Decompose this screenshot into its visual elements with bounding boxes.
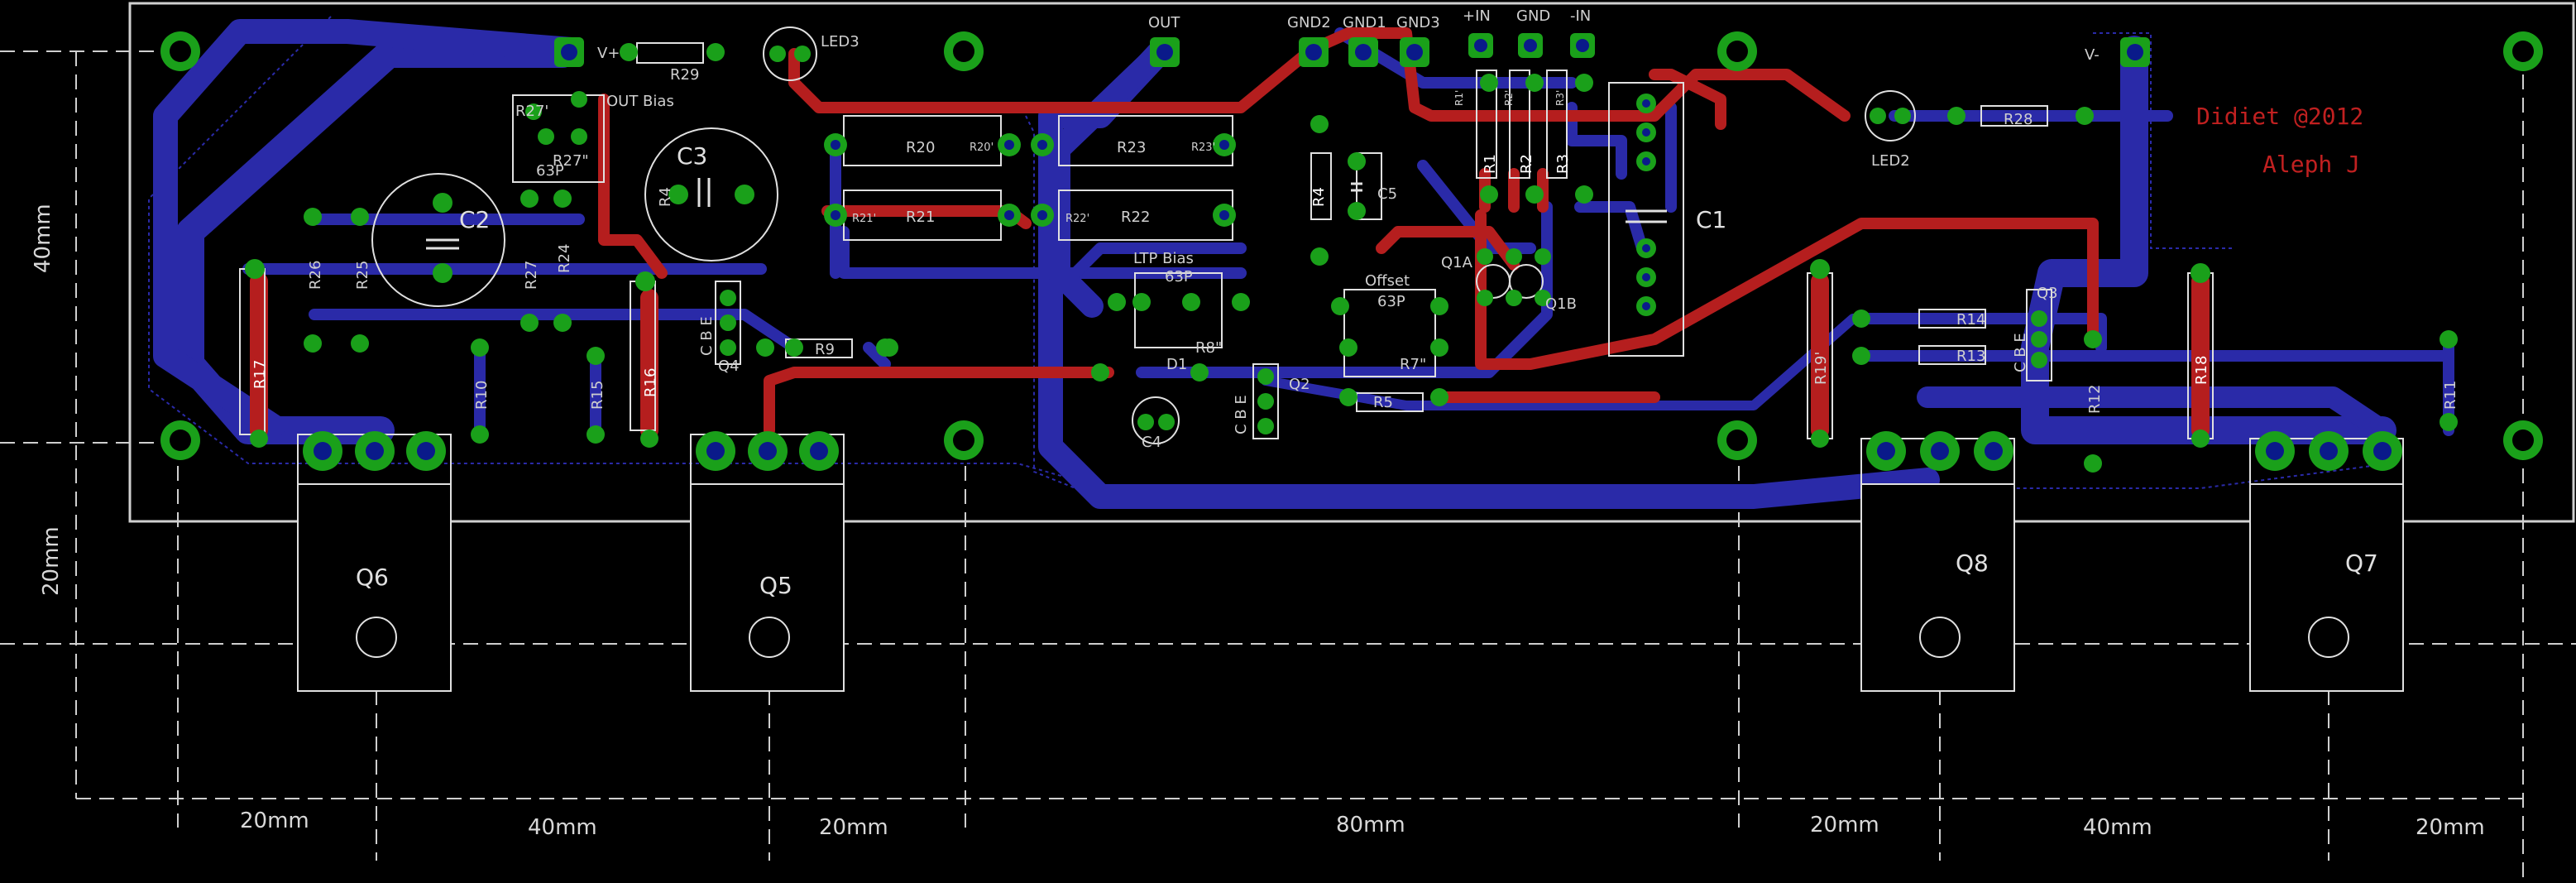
label-c5: C5 [1377,185,1397,203]
pcb-layout: R29 LED3 V+ V- LED2 R28 OUT Bias R27' R2… [0,2,2576,880]
label-c4: C4 [1142,434,1161,451]
label-r1: R1 [1482,154,1499,174]
label-r29: R29 [670,66,699,84]
label-r15: R15 [589,381,606,410]
dim-20mm-a: 20mm [240,809,309,833]
label-r3-prime: R3' [1554,90,1566,106]
label-c3: C3 [677,142,707,170]
transistor-pad-holes [314,442,2392,460]
label-r19: R19' [1812,352,1830,385]
dim-20mm-vertical: 20mm [39,526,64,596]
label-c2: C2 [459,206,490,233]
label-r3: R3 [1554,154,1572,174]
label-r25: R25 [354,261,371,290]
label-vminus: V- [2085,46,2100,64]
label-minus-in: -IN [1570,7,1591,25]
signature-line2: Aleph J [2262,151,2360,178]
label-r5: R5 [1373,394,1393,411]
label-r23-prime: R23' [1191,142,1215,154]
label-led2: LED2 [1871,152,1910,170]
label-r9: R9 [815,341,835,358]
label-r27: R27 [523,261,540,290]
label-offset: Offset [1365,272,1410,290]
label-r21-prime: R21' [852,213,876,225]
dim-40mm-a: 40mm [528,815,597,840]
label-r2: R2 [1518,154,1535,174]
label-r17: R17 [251,360,269,389]
label-r4: R4 [657,187,674,207]
label-r7: R7" [1400,356,1426,373]
label-r4-b: R4 [1310,187,1328,207]
label-q4: Q4 [718,358,740,375]
label-r20-prime: R20' [970,142,994,154]
label-r14: R14 [1956,311,1985,329]
label-r18: R18 [2193,356,2210,385]
label-63p-a: 63P [536,162,564,180]
label-r8: R8" [1195,339,1222,357]
label-c1: C1 [1696,206,1726,233]
label-led3: LED3 [821,33,859,50]
dim-20mm-b: 20mm [819,815,888,840]
label-r10: R10 [473,381,491,410]
label-plus-in: +IN [1463,7,1491,25]
power-transistor-bodies [297,483,2404,692]
label-r28: R28 [2004,111,2033,128]
label-r1-prime: R1' [1453,90,1465,106]
label-63p-c: 63P [1377,293,1405,310]
label-r16: R16 [642,368,659,397]
silkscreen-labels: R29 LED3 V+ V- LED2 R28 OUT Bias R27' R2… [356,7,2378,599]
dim-40mm-b: 40mm [2083,815,2152,840]
label-q8: Q8 [1956,549,1989,577]
label-q2: Q2 [1289,376,1310,393]
label-out: OUT [1148,14,1180,31]
dim-20mm-d: 20mm [2416,815,2485,840]
label-r23: R23 [1117,139,1146,156]
label-r24: R24 [556,244,573,273]
label-r27-prime: R27' [515,103,548,120]
label-q1b: Q1B [1545,295,1577,313]
label-r21: R21 [906,209,935,226]
label-gnd3: GND3 [1396,14,1440,31]
label-63p-b: 63P [1165,268,1193,286]
label-q1a: Q1A [1441,254,1473,271]
pcb-layout-stage: R29 LED3 V+ V- LED2 R28 OUT Bias R27' R2… [0,0,2576,880]
label-r12: R12 [2086,385,2104,414]
label-gnd: GND [1516,7,1550,25]
label-r20: R20 [906,139,935,156]
dim-40mm-vertical: 40mm [31,204,55,273]
label-d1: D1 [1166,356,1187,373]
label-q6: Q6 [356,564,389,591]
label-r22-prime: R22' [1065,213,1089,225]
label-q2-pins: C B E [1233,395,1250,434]
label-out-bias: OUT Bias [606,93,674,110]
label-q3: Q3 [2037,285,2058,302]
signature-line1: Didiet @2012 [2196,103,2363,130]
label-r26: R26 [307,261,324,290]
label-ltp-bias: LTP Bias [1133,250,1194,267]
label-q4-pins: C B E [698,316,716,356]
label-q5: Q5 [759,572,792,599]
label-gnd2: GND2 [1287,14,1331,31]
label-r11: R11 [2442,381,2459,410]
label-q7: Q7 [2345,549,2378,577]
dim-80mm: 80mm [1336,813,1405,837]
label-r2-prime: R2' [1503,90,1515,106]
label-vplus: V+ [597,45,620,62]
label-gnd1: GND1 [1343,14,1386,31]
bottom-copper-traces [153,19,2454,509]
label-r22: R22 [1121,209,1150,226]
label-q3-pins: C B E [2012,333,2029,372]
dim-20mm-c: 20mm [1810,813,1879,837]
label-r13: R13 [1956,348,1985,365]
